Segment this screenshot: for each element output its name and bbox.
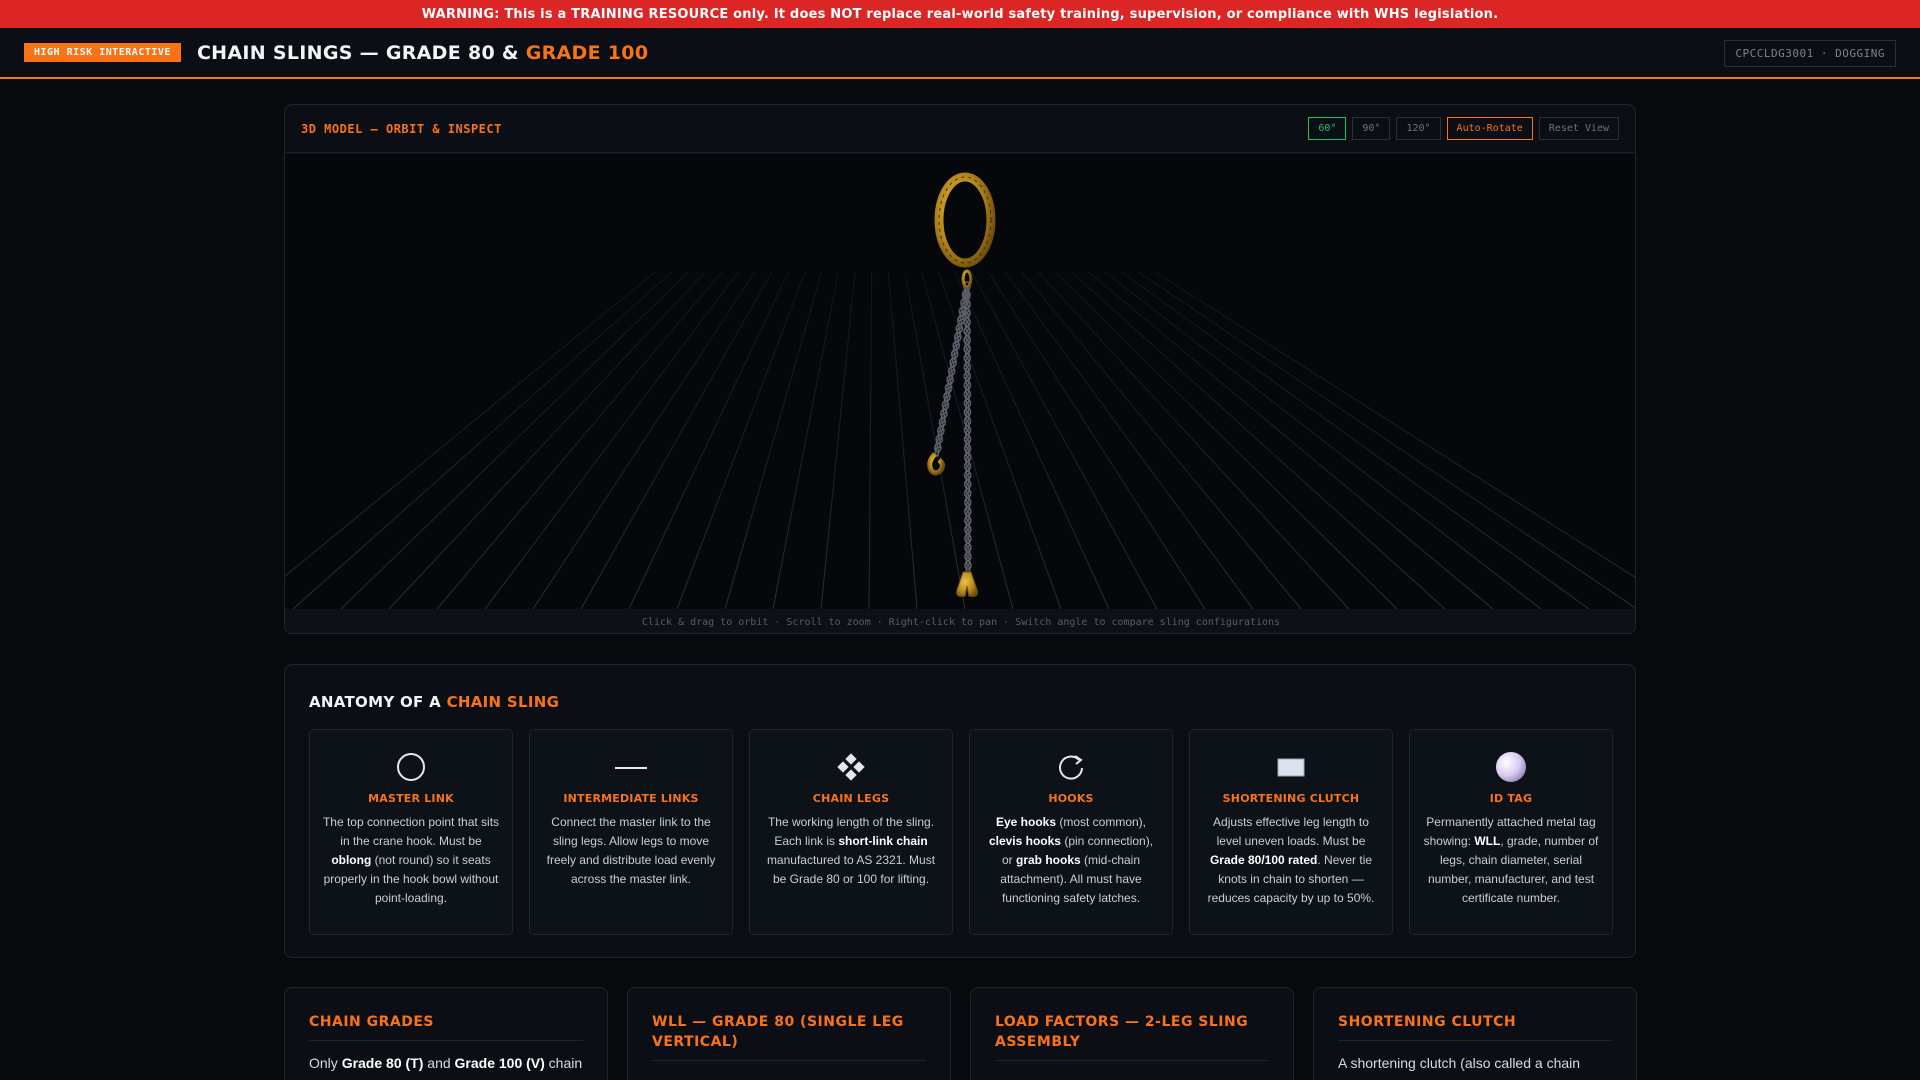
reset-view-button[interactable]: Reset View	[1538, 117, 1619, 140]
chain-legs-icon	[762, 750, 940, 784]
master-link-icon	[322, 750, 500, 784]
course-code-badge: CPCCLDG3001 · DOGGING	[1724, 40, 1896, 67]
card-body: The top connection point that sits in th…	[322, 815, 500, 905]
eye-hook-right	[956, 571, 978, 597]
intermediate-link	[961, 269, 973, 289]
anatomy-card-id-tag: ID TAG Permanently attached metal tag sh…	[1409, 729, 1613, 935]
master-link	[934, 172, 996, 268]
card-body: The working length of the sling. Each li…	[766, 815, 936, 886]
wll-grade80-card: WLL — GRADE 80 (SINGLE LEG VERTICAL)	[627, 987, 951, 1080]
page-title-accent: GRADE 100	[525, 41, 649, 64]
chain-grades-title: CHAIN GRADES	[309, 1012, 583, 1041]
anatomy-card-master-link: MASTER LINK The top connection point tha…	[309, 729, 513, 935]
page-title-main: CHAIN SLINGS — GRADE 80 &	[196, 41, 526, 64]
anatomy-section: ANATOMY OF A CHAIN SLING MASTER LINK The…	[284, 664, 1636, 958]
card-body: Eye hooks (most common), clevis hooks (p…	[988, 815, 1154, 905]
intermediate-link-icon	[542, 750, 720, 784]
card-body: Connect the master link to the sling leg…	[546, 815, 716, 886]
card-body: Permanently attached metal tag showing: …	[1423, 815, 1599, 905]
chain-grades-card: CHAIN GRADES Only Grade 80 (T) and Grade…	[284, 987, 608, 1080]
card-body: Adjusts effective leg length to level un…	[1207, 815, 1375, 905]
card-title: HOOKS	[1048, 792, 1094, 805]
card-title: ID TAG	[1489, 792, 1533, 805]
high-risk-badge: HIGH RISK INTERACTIVE	[24, 43, 181, 62]
id-tag-icon	[1422, 750, 1600, 784]
shortening-clutch-text: A shortening clutch (also called a chain	[1338, 1055, 1581, 1071]
ground-grid	[285, 271, 1635, 610]
3d-viewport[interactable]	[285, 154, 1636, 610]
page-title: CHAIN SLINGS — GRADE 80 & GRADE 100	[197, 42, 648, 64]
model-panel: 3D MODEL — ORBIT & INSPECT 60° 90° 120° …	[284, 104, 1636, 634]
view-controls: 60° 90° 120° Auto-Rotate Reset View	[1308, 117, 1619, 140]
eye-hook-left	[927, 452, 946, 476]
anatomy-card-shortening-clutch: SHORTENING CLUTCH Adjusts effective leg …	[1189, 729, 1393, 935]
hooks-icon	[982, 750, 1160, 784]
anatomy-card-intermediate-links: INTERMEDIATE LINKS Connect the master li…	[529, 729, 733, 935]
angle-60-button[interactable]: 60°	[1308, 117, 1347, 140]
anatomy-title: ANATOMY OF A CHAIN SLING	[309, 693, 559, 711]
anatomy-card-hooks: HOOKS Eye hooks (most common), clevis ho…	[969, 729, 1173, 935]
card-title: SHORTENING CLUTCH	[1222, 792, 1360, 805]
shortening-clutch-icon	[1202, 750, 1380, 784]
chain-sling-scene[interactable]	[285, 154, 1636, 610]
viewport-hint: Click & drag to orbit · Scroll to zoom ·…	[285, 609, 1635, 633]
card-title: MASTER LINK	[368, 792, 454, 805]
card-title: CHAIN LEGS	[812, 792, 890, 805]
anatomy-cards: MASTER LINK The top connection point tha…	[309, 729, 1613, 935]
anatomy-card-chain-legs: CHAIN LEGS The working length of the sli…	[749, 729, 953, 935]
chain-leg-right	[963, 281, 972, 575]
wll-grade80-title: WLL — GRADE 80 (SINGLE LEG VERTICAL)	[652, 1012, 926, 1061]
anatomy-title-main: ANATOMY OF A	[309, 693, 447, 711]
warning-banner: WARNING: This is a TRAINING RESOURCE onl…	[0, 0, 1920, 28]
app-header: HIGH RISK INTERACTIVE CHAIN SLINGS — GRA…	[0, 28, 1920, 79]
chain-grades-text: Only Grade 80 (T) and Grade 100 (V) chai…	[309, 1055, 583, 1071]
shortening-clutch-card: SHORTENING CLUTCH A shortening clutch (a…	[1313, 987, 1637, 1080]
shortening-clutch-title: SHORTENING CLUTCH	[1338, 1012, 1612, 1041]
card-title: INTERMEDIATE LINKS	[563, 792, 699, 805]
angle-120-button[interactable]: 120°	[1396, 117, 1441, 140]
model-panel-header: 3D MODEL — ORBIT & INSPECT 60° 90° 120° …	[285, 105, 1635, 153]
auto-rotate-button[interactable]: Auto-Rotate	[1446, 117, 1533, 140]
load-factors-title: LOAD FACTORS — 2-LEG SLING ASSEMBLY	[995, 1012, 1269, 1061]
load-factors-card: LOAD FACTORS — 2-LEG SLING ASSEMBLY	[970, 987, 1294, 1080]
model-panel-title: 3D MODEL — ORBIT & INSPECT	[301, 121, 502, 136]
angle-90-button[interactable]: 90°	[1352, 117, 1391, 140]
anatomy-title-accent: CHAIN SLING	[446, 693, 560, 711]
